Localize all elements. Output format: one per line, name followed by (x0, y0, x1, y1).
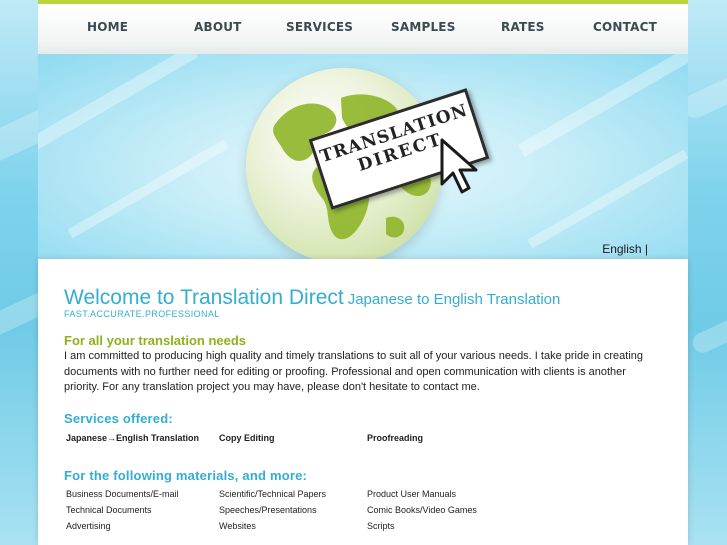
cursor-arrow-icon (440, 138, 478, 194)
material-item: Advertising (66, 521, 111, 531)
main-navigation: HOME ABOUT SERVICES SAMPLES RATES CONTAC… (38, 0, 688, 54)
intro-paragraph: I am committed to producing high quality… (64, 350, 644, 393)
tagline: FAST.ACCURATE.PROFESSIONAL (64, 309, 220, 319)
service-item: Japanese→English Translation (66, 433, 200, 443)
page-title: Welcome to Translation Direct Japanese to… (64, 286, 560, 310)
nav-rates[interactable]: RATES (501, 20, 545, 34)
page-container: HOME ABOUT SERVICES SAMPLES RATES CONTAC… (38, 0, 688, 545)
material-item: Business Documents/E-mail (66, 489, 179, 499)
material-item: Scientific/Technical Papers (219, 489, 327, 499)
material-item: Technical Documents (66, 505, 152, 515)
material-item: Comic Books/Video Games (367, 505, 477, 515)
material-item: Speeches/Presentations (219, 505, 317, 515)
hero-banner: TRANSLATION DIRECT English | (38, 54, 688, 259)
service-item: Copy Editing (219, 433, 275, 443)
nav-contact[interactable]: CONTACT (593, 20, 657, 34)
hero-streak (517, 54, 688, 158)
material-item: Websites (219, 521, 256, 531)
nav-services[interactable]: SERVICES (286, 20, 353, 34)
main-content: Welcome to Translation Direct Japanese to… (38, 259, 688, 545)
service-item: Proofreading (367, 433, 424, 443)
nav-samples[interactable]: SAMPLES (391, 20, 456, 34)
services-heading: Services offered: (64, 411, 173, 426)
nav-about[interactable]: ABOUT (194, 20, 242, 34)
welcome-title: Welcome to Translation Direct (64, 286, 344, 309)
hero-streak (527, 149, 688, 249)
needs-heading: For all your translation needs (64, 333, 247, 348)
background-streak (689, 304, 727, 356)
language-english-link[interactable]: English | (602, 242, 648, 256)
nav-home[interactable]: HOME (87, 20, 128, 34)
materials-heading: For the following materials, and more: (64, 468, 308, 483)
material-item: Scripts (367, 521, 395, 531)
welcome-subtitle: Japanese to English Translation (347, 291, 561, 308)
hero-streak (67, 139, 229, 239)
material-item: Product User Manuals (367, 489, 457, 499)
hero-streak (38, 54, 199, 158)
